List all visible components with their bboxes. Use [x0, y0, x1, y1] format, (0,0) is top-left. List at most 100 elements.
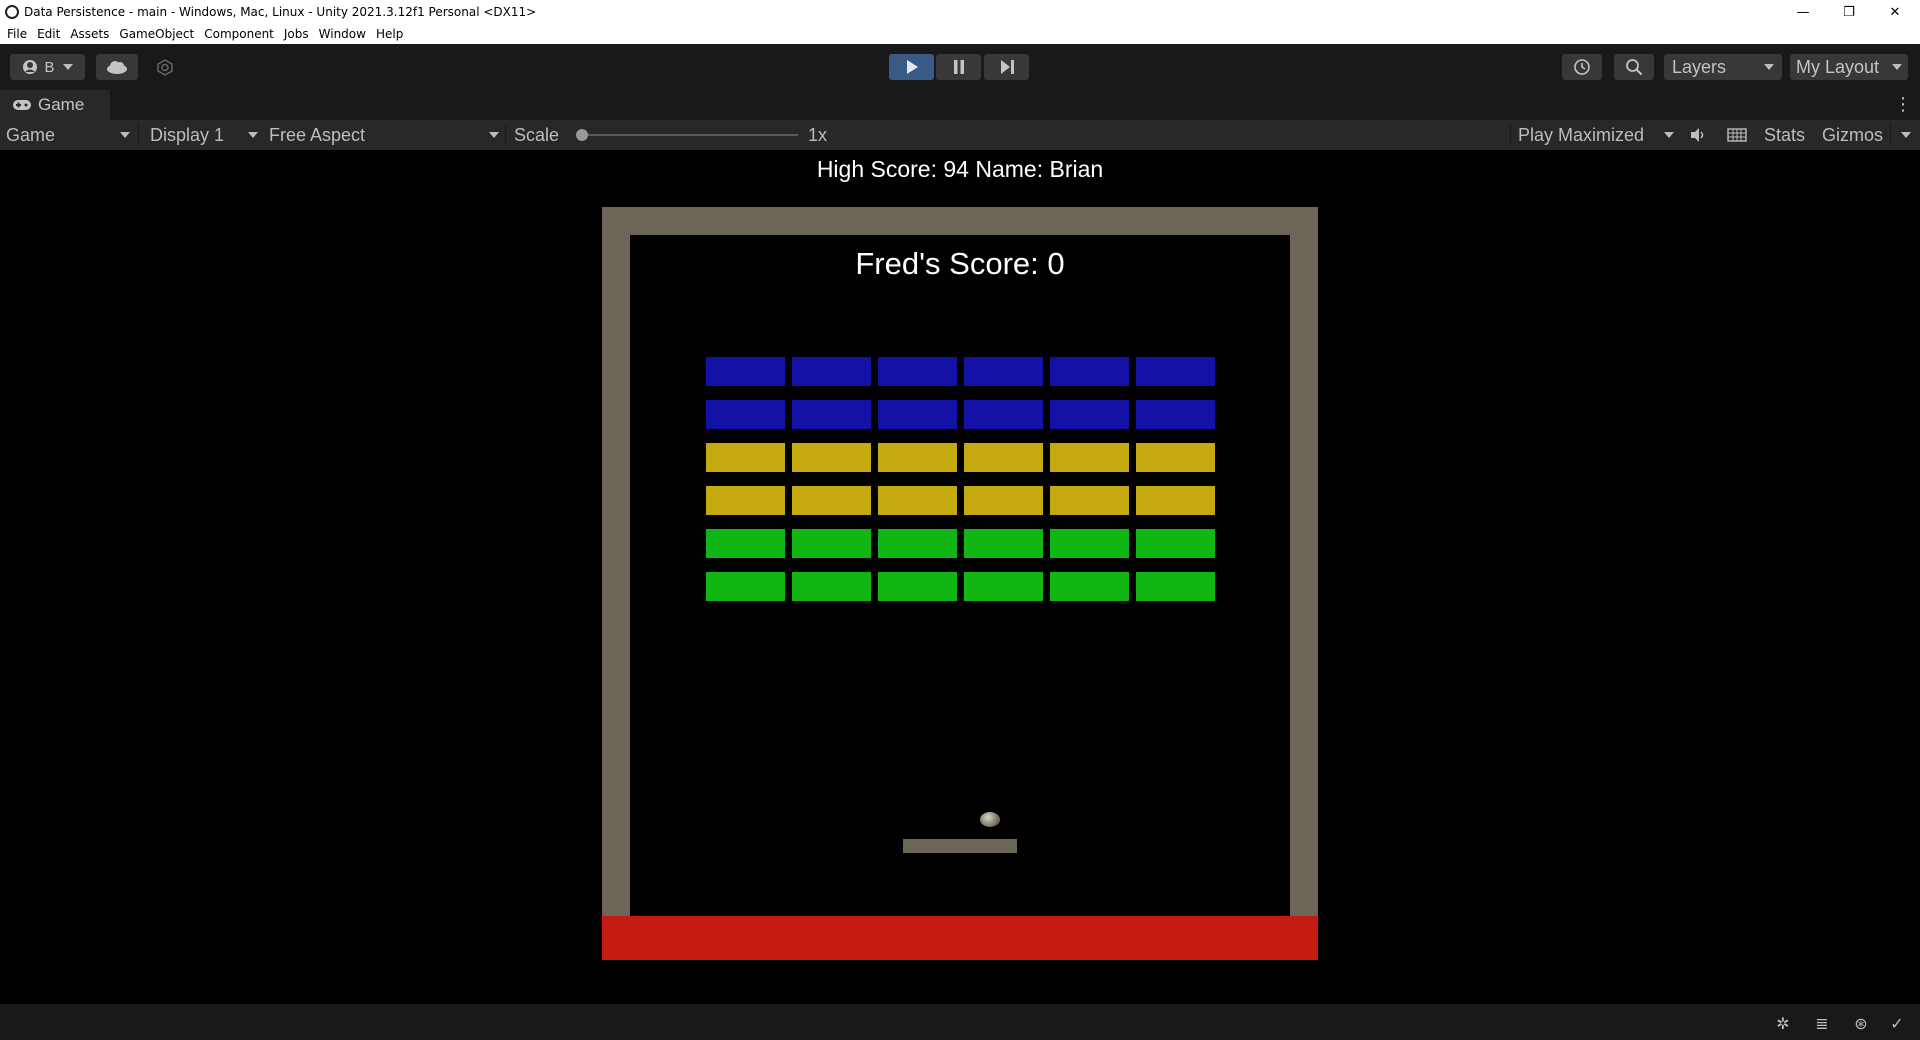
- brick: [1050, 443, 1129, 472]
- scale-slider[interactable]: [576, 120, 801, 150]
- brick: [706, 486, 785, 515]
- brick: [706, 572, 785, 601]
- brick: [792, 572, 871, 601]
- pause-icon: [953, 60, 964, 74]
- minimize-button[interactable]: —: [1780, 0, 1826, 24]
- pause-button[interactable]: [936, 54, 981, 80]
- menu-window[interactable]: Window: [319, 27, 366, 41]
- restore-button[interactable]: ❐: [1826, 0, 1872, 24]
- cloud-button[interactable]: [96, 54, 138, 80]
- chevron-down-icon: [62, 64, 73, 70]
- speaker-icon: [1691, 128, 1704, 142]
- brick: [792, 486, 871, 515]
- divider: [1510, 124, 1511, 146]
- brick: [792, 529, 871, 558]
- stats-button[interactable]: Stats: [1764, 120, 1805, 150]
- menu-jobs[interactable]: Jobs: [284, 27, 309, 41]
- display-label: Display 1: [150, 124, 225, 145]
- menu-gameobject[interactable]: GameObject: [119, 27, 194, 41]
- step-icon: [1000, 60, 1014, 74]
- brick: [1136, 572, 1215, 601]
- close-button[interactable]: ✕: [1872, 0, 1918, 24]
- play-icon: [906, 60, 918, 74]
- brick: [878, 572, 957, 601]
- play-mode-label: Play Maximized: [1518, 124, 1645, 145]
- slider-track: [582, 134, 798, 136]
- game-walls: Fred's Score: 0: [602, 207, 1318, 921]
- mode-label: Game: [6, 124, 56, 145]
- brick: [1136, 357, 1215, 386]
- menu-help[interactable]: Help: [376, 27, 403, 41]
- layers-label: Layers: [1672, 56, 1727, 77]
- scale-value: 1x: [808, 124, 828, 145]
- menu-assets[interactable]: Assets: [70, 27, 109, 41]
- chevron-down-icon: [1664, 132, 1674, 138]
- paddle: [903, 839, 1017, 853]
- unity-logo-icon: [5, 5, 19, 19]
- status-bar: ✲ ≣ ⊛ ✓: [0, 1004, 1920, 1040]
- chevron-down-icon: [1892, 64, 1902, 70]
- chevron-down-icon: [248, 132, 258, 138]
- brick: [964, 486, 1043, 515]
- global-illumination-icon[interactable]: ⊛: [1852, 1014, 1870, 1033]
- divider: [505, 124, 506, 146]
- brick: [878, 357, 957, 386]
- brick: [792, 443, 871, 472]
- brick: [706, 400, 785, 429]
- brick: [1050, 529, 1129, 558]
- brick: [1136, 486, 1215, 515]
- search-button[interactable]: [1614, 54, 1654, 80]
- mode-dropdown[interactable]: Game: [6, 120, 130, 150]
- history-button[interactable]: [1562, 54, 1602, 80]
- game-viewport[interactable]: High Score: 94 Name: Brian Fred's Score:…: [0, 150, 1920, 1004]
- bug-icon[interactable]: ✲: [1774, 1014, 1792, 1033]
- brick: [1050, 486, 1129, 515]
- menu-file[interactable]: File: [7, 27, 27, 41]
- brick: [964, 443, 1043, 472]
- cache-icon[interactable]: ≣: [1813, 1014, 1831, 1033]
- collab-button[interactable]: [148, 54, 182, 80]
- layout-dropdown[interactable]: My Layout: [1790, 54, 1908, 80]
- scale-label: Scale: [514, 124, 560, 145]
- step-button[interactable]: [984, 54, 1029, 80]
- death-zone: [602, 916, 1318, 960]
- tab-game-label: Game: [38, 95, 85, 114]
- brick: [792, 400, 871, 429]
- brick: [878, 486, 957, 515]
- aspect-dropdown[interactable]: Free Aspect: [269, 120, 499, 150]
- menu-edit[interactable]: Edit: [37, 27, 60, 41]
- account-label: B: [44, 58, 55, 76]
- divider: [138, 124, 139, 146]
- brick: [706, 443, 785, 472]
- layout-label: My Layout: [1796, 56, 1880, 77]
- cloud-icon: [107, 61, 127, 74]
- brick: [1136, 443, 1215, 472]
- brick: [878, 400, 957, 429]
- more-options-icon[interactable]: ⋮: [1894, 94, 1912, 115]
- tab-game[interactable]: Game: [0, 90, 110, 120]
- chevron-down-icon: [1764, 64, 1774, 70]
- play-button[interactable]: [889, 54, 934, 80]
- slider-handle[interactable]: [576, 129, 588, 141]
- game-view-toolbar: Game Display 1 Free Aspect Scale 1x Play…: [0, 120, 1920, 150]
- play-field: Fred's Score: 0: [630, 235, 1290, 921]
- brick: [964, 400, 1043, 429]
- brick: [1136, 400, 1215, 429]
- brick: [1050, 357, 1129, 386]
- gizmos-dropdown[interactable]: [1898, 120, 1914, 150]
- checkmark-icon[interactable]: ✓: [1888, 1014, 1906, 1033]
- high-score-text: High Score: 94 Name: Brian: [816, 156, 1104, 182]
- account-icon: [23, 60, 38, 74]
- grid-button[interactable]: [1724, 120, 1750, 150]
- mute-audio-button[interactable]: [1686, 120, 1710, 150]
- ball: [980, 812, 1000, 827]
- gizmos-button[interactable]: Gizmos: [1822, 120, 1883, 150]
- play-mode-dropdown[interactable]: Play Maximized: [1518, 120, 1674, 150]
- collab-icon: [157, 59, 173, 76]
- brick: [706, 529, 785, 558]
- layers-dropdown[interactable]: Layers: [1664, 54, 1782, 80]
- menu-component[interactable]: Component: [204, 27, 274, 41]
- account-dropdown[interactable]: B: [10, 54, 85, 80]
- search-icon: [1626, 59, 1643, 76]
- display-dropdown[interactable]: Display 1: [150, 120, 258, 150]
